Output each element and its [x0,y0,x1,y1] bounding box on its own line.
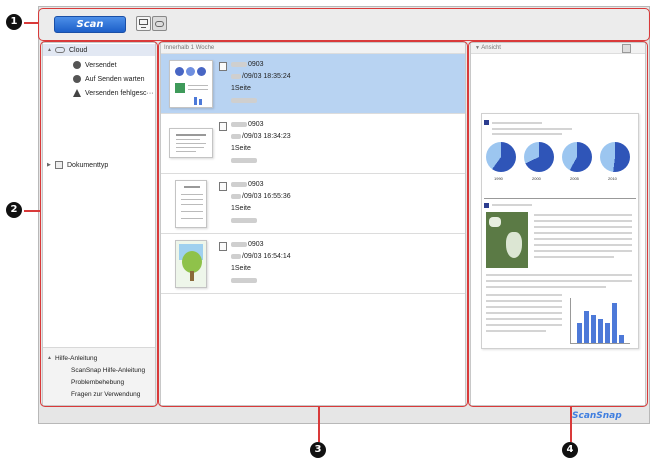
callout-4: 4 [562,442,578,458]
callout-box-1 [38,8,650,41]
callout-2: 2 [6,202,22,218]
callout-box-3 [158,41,468,407]
callout-box-2 [40,41,158,407]
callout-3: 3 [310,442,326,458]
callout-1: 1 [6,14,22,30]
scansnap-logo: ScanSnap [572,411,622,421]
callout-box-4 [468,41,648,407]
